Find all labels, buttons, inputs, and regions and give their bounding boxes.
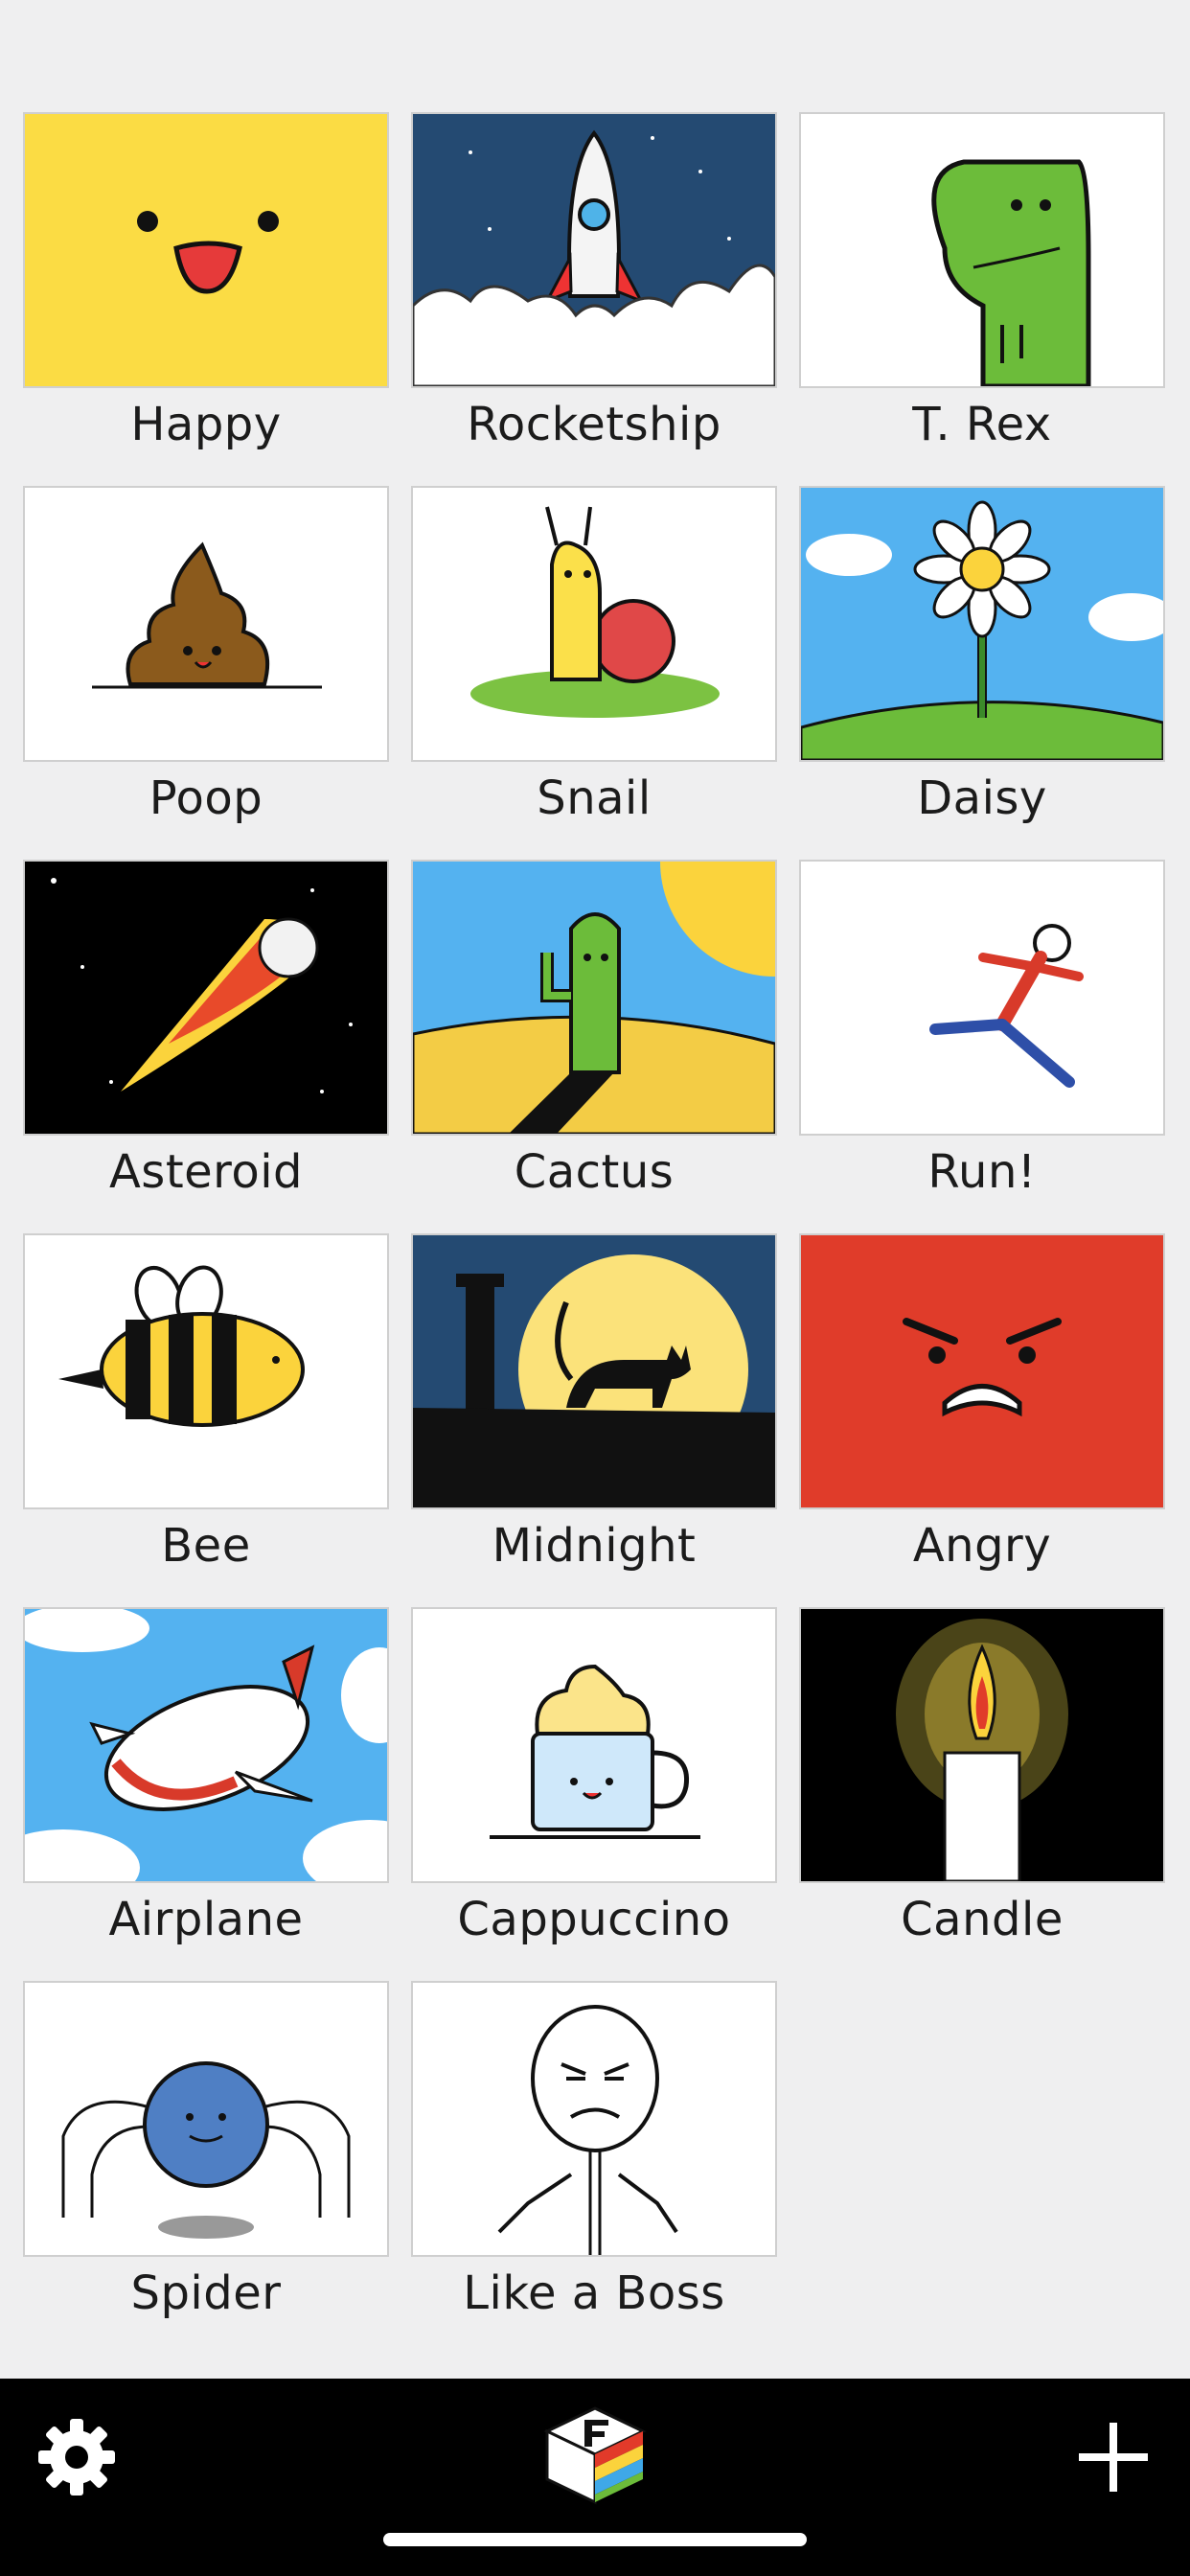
rocket-icon[interactable] bbox=[411, 112, 777, 388]
drawing-card-daisy[interactable]: Daisy bbox=[799, 486, 1165, 860]
drawing-title: T. Rex bbox=[912, 398, 1052, 451]
happy-face-icon[interactable] bbox=[23, 112, 389, 388]
drawing-grid: Happy Rocketship T. Rex Poop Snail Daisy… bbox=[23, 112, 1165, 2355]
drawing-title: Happy bbox=[130, 398, 282, 451]
drawing-title: Spider bbox=[130, 2266, 282, 2320]
drawing-card-run[interactable]: Run! bbox=[799, 860, 1165, 1233]
drawing-title: Rocketship bbox=[467, 398, 721, 451]
bee-icon[interactable] bbox=[23, 1233, 389, 1509]
snail-icon[interactable] bbox=[411, 486, 777, 762]
drawing-card-poop[interactable]: Poop bbox=[23, 486, 389, 860]
drawing-card-cactus[interactable]: Cactus bbox=[411, 860, 777, 1233]
drawing-title: Snail bbox=[537, 771, 652, 825]
drawing-title: Poop bbox=[149, 771, 263, 825]
asteroid-icon[interactable] bbox=[23, 860, 389, 1136]
drawing-card-spider[interactable]: Spider bbox=[23, 1981, 389, 2355]
drawing-card-midnight[interactable]: Midnight bbox=[411, 1233, 777, 1607]
drawing-title: Candle bbox=[901, 1893, 1064, 1946]
rage-face-icon[interactable] bbox=[411, 1981, 777, 2257]
drawing-title: Cappuccino bbox=[457, 1893, 731, 1946]
drawing-card-cappuccino[interactable]: Cappuccino bbox=[411, 1607, 777, 1981]
drawing-card-airplane[interactable]: Airplane bbox=[23, 1607, 389, 1981]
gear-icon[interactable] bbox=[36, 2417, 117, 2497]
angry-face-icon[interactable] bbox=[799, 1233, 1165, 1509]
flipbook-logo-icon[interactable] bbox=[541, 2403, 649, 2510]
plus-icon[interactable] bbox=[1075, 2419, 1152, 2496]
home-indicator bbox=[383, 2533, 807, 2546]
drawing-card-trex[interactable]: T. Rex bbox=[799, 112, 1165, 486]
drawing-card-rocketship[interactable]: Rocketship bbox=[411, 112, 777, 486]
poop-icon[interactable] bbox=[23, 486, 389, 762]
drawing-card-asteroid[interactable]: Asteroid bbox=[23, 860, 389, 1233]
drawing-title: Midnight bbox=[492, 1519, 697, 1573]
drawing-title: Airplane bbox=[108, 1893, 304, 1946]
drawing-title: Run! bbox=[927, 1145, 1037, 1199]
drawing-card-snail[interactable]: Snail bbox=[411, 486, 777, 860]
drawing-card-bee[interactable]: Bee bbox=[23, 1233, 389, 1607]
drawing-card-happy[interactable]: Happy bbox=[23, 112, 389, 486]
cactus-icon[interactable] bbox=[411, 860, 777, 1136]
drawing-title: Like a Boss bbox=[463, 2266, 725, 2320]
drawing-title: Asteroid bbox=[108, 1145, 304, 1199]
drawing-card-like-a-boss[interactable]: Like a Boss bbox=[411, 1981, 777, 2355]
drawing-title: Bee bbox=[161, 1519, 251, 1573]
candle-icon[interactable] bbox=[799, 1607, 1165, 1883]
coffee-cup-icon[interactable] bbox=[411, 1607, 777, 1883]
dinosaur-icon[interactable] bbox=[799, 112, 1165, 388]
spider-icon[interactable] bbox=[23, 1981, 389, 2257]
drawing-card-angry[interactable]: Angry bbox=[799, 1233, 1165, 1607]
drawing-card-candle[interactable]: Candle bbox=[799, 1607, 1165, 1981]
drawing-title: Cactus bbox=[514, 1145, 675, 1199]
cat-moon-icon[interactable] bbox=[411, 1233, 777, 1509]
airplane-icon[interactable] bbox=[23, 1607, 389, 1883]
flower-icon[interactable] bbox=[799, 486, 1165, 762]
drawing-title: Daisy bbox=[917, 771, 1047, 825]
drawing-title: Angry bbox=[912, 1519, 1052, 1573]
bottom-toolbar bbox=[0, 2379, 1190, 2576]
runner-icon[interactable] bbox=[799, 860, 1165, 1136]
